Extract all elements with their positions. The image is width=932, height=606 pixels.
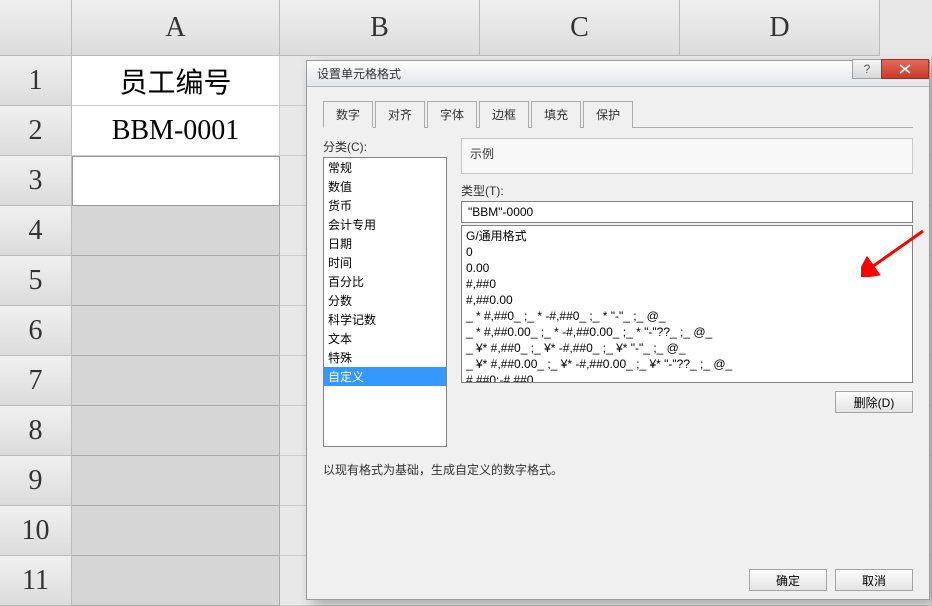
row-header[interactable]: 11 xyxy=(0,556,72,606)
tab-填充[interactable]: 填充 xyxy=(531,101,581,128)
col-header-D[interactable]: D xyxy=(680,0,880,56)
cell-A3[interactable] xyxy=(72,156,280,206)
format-code-item[interactable]: #,##0;-#,##0 xyxy=(466,372,908,383)
category-item[interactable]: 文本 xyxy=(324,329,446,348)
cell-A6[interactable] xyxy=(72,306,280,356)
category-item[interactable]: 自定义 xyxy=(324,367,446,386)
cell-A10[interactable] xyxy=(72,506,280,556)
category-item[interactable]: 数值 xyxy=(324,177,446,196)
format-code-item[interactable]: 0 xyxy=(466,244,908,260)
category-item[interactable]: 日期 xyxy=(324,234,446,253)
cell-A1[interactable]: 员工编号 xyxy=(72,56,280,106)
type-label: 类型(T): xyxy=(461,182,913,199)
cell-A8[interactable] xyxy=(72,406,280,456)
format-code-listbox[interactable]: G/通用格式00.00#,##0#,##0.00_ * #,##0_ ;_ * … xyxy=(461,225,913,383)
category-item[interactable]: 货币 xyxy=(324,196,446,215)
category-item[interactable]: 会计专用 xyxy=(324,215,446,234)
row-header[interactable]: 10 xyxy=(0,506,72,556)
cell-A9[interactable] xyxy=(72,456,280,506)
category-label: 分类(C): xyxy=(323,138,447,155)
format-code-item[interactable]: _ * #,##0_ ;_ * -#,##0_ ;_ * "-"_ ;_ @_ xyxy=(466,308,908,324)
example-label: 示例 xyxy=(470,145,904,162)
cell-A4[interactable] xyxy=(72,206,280,256)
cell-A11[interactable] xyxy=(72,556,280,606)
tab-边框[interactable]: 边框 xyxy=(479,101,529,128)
row-header[interactable]: 7 xyxy=(0,356,72,406)
delete-button[interactable]: 删除(D) xyxy=(835,391,913,413)
row-header[interactable]: 5 xyxy=(0,256,72,306)
format-code-item[interactable]: _ ¥* #,##0.00_ ;_ ¥* -#,##0.00_ ;_ ¥* "-… xyxy=(466,356,908,372)
row-header[interactable]: 6 xyxy=(0,306,72,356)
column-headers: A B C D xyxy=(0,0,932,56)
ok-button[interactable]: 确定 xyxy=(749,569,827,591)
help-button[interactable]: ? xyxy=(852,59,882,79)
dialog-title: 设置单元格格式 xyxy=(317,65,401,82)
example-box: 示例 xyxy=(461,138,913,174)
category-listbox[interactable]: 常规数值货币会计专用日期时间百分比分数科学记数文本特殊自定义 xyxy=(323,157,447,447)
col-header-A[interactable]: A xyxy=(72,0,280,56)
tab-对齐[interactable]: 对齐 xyxy=(375,101,425,128)
format-code-item[interactable]: _ ¥* #,##0_ ;_ ¥* -#,##0_ ;_ ¥* "-"_ ;_ … xyxy=(466,340,908,356)
row-header[interactable]: 4 xyxy=(0,206,72,256)
category-item[interactable]: 时间 xyxy=(324,253,446,272)
row-header[interactable]: 1 xyxy=(0,56,72,106)
category-item[interactable]: 常规 xyxy=(324,158,446,177)
row-header[interactable]: 2 xyxy=(0,106,72,156)
category-item[interactable]: 特殊 xyxy=(324,348,446,367)
tab-字体[interactable]: 字体 xyxy=(427,101,477,128)
row-header[interactable]: 8 xyxy=(0,406,72,456)
close-button[interactable] xyxy=(881,59,929,79)
format-code-item[interactable]: _ * #,##0.00_ ;_ * -#,##0.00_ ;_ * "-"??… xyxy=(466,324,908,340)
cell-A2[interactable]: BBM-0001 xyxy=(72,106,280,156)
row-header[interactable]: 3 xyxy=(0,156,72,206)
select-all-corner[interactable] xyxy=(0,0,72,56)
category-item[interactable]: 科学记数 xyxy=(324,310,446,329)
hint-text: 以现有格式为基础，生成自定义的数字格式。 xyxy=(323,461,913,478)
dialog-titlebar[interactable]: 设置单元格格式 ? xyxy=(307,61,929,87)
format-code-item[interactable]: 0.00 xyxy=(466,260,908,276)
cell-A5[interactable] xyxy=(72,256,280,306)
cell-A7[interactable] xyxy=(72,356,280,406)
format-cells-dialog: 设置单元格格式 ? 数字对齐字体边框填充保护 分类(C): 常规数值货币会计专用… xyxy=(306,60,930,600)
col-header-C[interactable]: C xyxy=(480,0,680,56)
col-header-B[interactable]: B xyxy=(280,0,480,56)
format-code-item[interactable]: G/通用格式 xyxy=(466,228,908,244)
tab-bar: 数字对齐字体边框填充保护 xyxy=(323,101,913,128)
type-input[interactable] xyxy=(461,201,913,223)
format-code-item[interactable]: #,##0 xyxy=(466,276,908,292)
format-code-item[interactable]: #,##0.00 xyxy=(466,292,908,308)
category-item[interactable]: 百分比 xyxy=(324,272,446,291)
tab-数字[interactable]: 数字 xyxy=(323,101,373,128)
tab-保护[interactable]: 保护 xyxy=(583,101,633,128)
row-header[interactable]: 9 xyxy=(0,456,72,506)
cancel-button[interactable]: 取消 xyxy=(835,569,913,591)
category-item[interactable]: 分数 xyxy=(324,291,446,310)
